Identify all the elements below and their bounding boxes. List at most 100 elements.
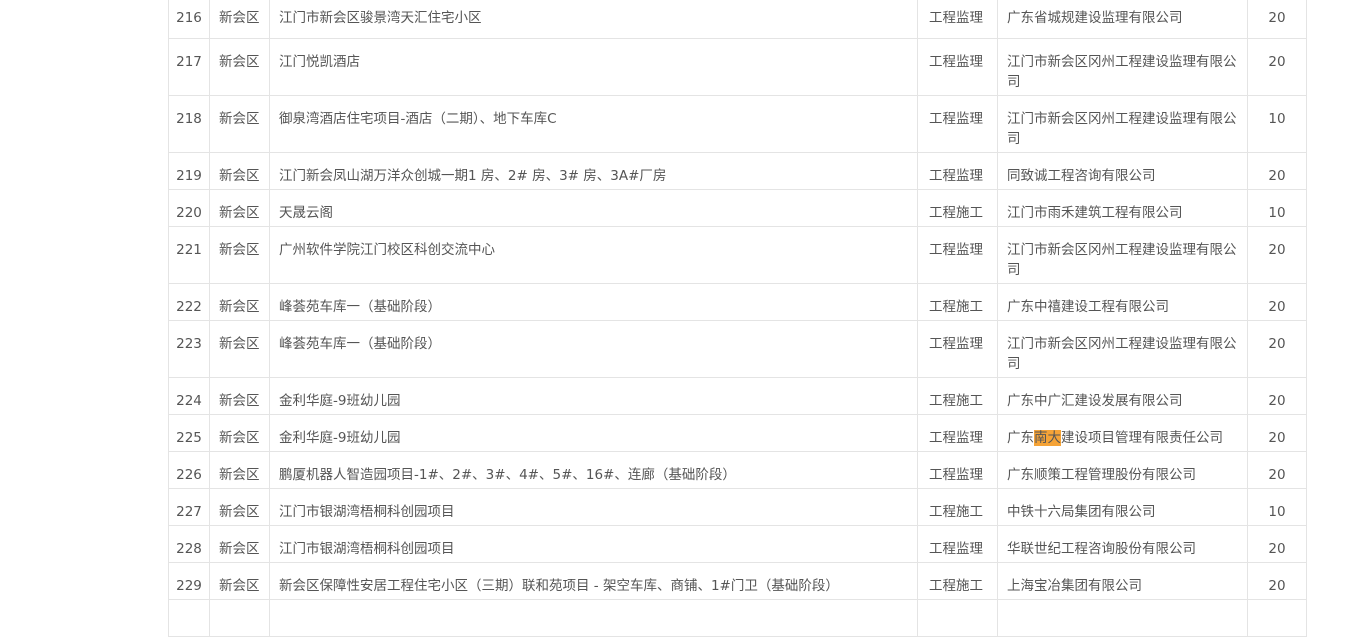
project-name-cell [269,599,918,637]
search-highlight: 南大 [1034,430,1061,446]
table-row: 229 新会区 新会区保障性安居工程住宅小区（三期）联和苑项目 - 架空车库、商… [168,562,1307,600]
row-number [168,599,210,637]
district-cell: 新会区 [209,451,270,489]
project-name-cell: 天晟云阁 [269,189,918,227]
work-type-cell: 工程监理 [917,0,998,39]
work-type-cell: 工程施工 [917,283,998,321]
work-type-cell: 工程监理 [917,451,998,489]
company-cell: 同致诚工程咨询有限公司 [997,152,1248,190]
score-cell: 20 [1247,226,1307,284]
project-name-cell: 鹏厦机器人智造园项目-1#、2#、3#、4#、5#、16#、连廊（基础阶段） [269,451,918,489]
work-type-cell: 工程施工 [917,488,998,526]
row-number: 223 [168,320,210,378]
table-row: 223 新会区 峰荟苑车库一（基础阶段） 工程监理 江门市新会区冈州工程建设监理… [168,320,1307,378]
score-cell: 10 [1247,189,1307,227]
district-cell: 新会区 [209,189,270,227]
project-name-cell: 金利华庭-9班幼儿园 [269,377,918,415]
work-type-cell: 工程监理 [917,226,998,284]
table-row: 220 新会区 天晟云阁 工程施工 江门市雨禾建筑工程有限公司 10 [168,189,1307,227]
project-name-cell: 金利华庭-9班幼儿园 [269,414,918,452]
table-row: 226 新会区 鹏厦机器人智造园项目-1#、2#、3#、4#、5#、16#、连廊… [168,451,1307,489]
score-cell: 20 [1247,451,1307,489]
row-number: 225 [168,414,210,452]
company-cell: 江门市新会区冈州工程建设监理有限公司 [997,38,1248,96]
score-cell: 20 [1247,152,1307,190]
district-cell: 新会区 [209,226,270,284]
table-row-partial [168,599,1307,637]
district-cell [209,599,270,637]
score-cell: 20 [1247,38,1307,96]
work-type-cell: 工程施工 [917,562,998,600]
row-number: 221 [168,226,210,284]
table-row: 216 新会区 江门市新会区骏景湾天汇住宅小区 工程监理 广东省城规建设监理有限… [168,0,1307,39]
district-cell: 新会区 [209,152,270,190]
results-table: 216 新会区 江门市新会区骏景湾天汇住宅小区 工程监理 广东省城规建设监理有限… [168,0,1307,637]
company-cell: 江门市新会区冈州工程建设监理有限公司 [997,320,1248,378]
company-cell: 广东省城规建设监理有限公司 [997,0,1248,39]
company-cell: 广东中禧建设工程有限公司 [997,283,1248,321]
row-number: 218 [168,95,210,153]
project-name-cell: 江门市银湖湾梧桐科创园项目 [269,525,918,563]
work-type-cell: 工程监理 [917,414,998,452]
district-cell: 新会区 [209,562,270,600]
results-table-wrapper: 216 新会区 江门市新会区骏景湾天汇住宅小区 工程监理 广东省城规建设监理有限… [168,0,1307,637]
company-cell: 广东中广汇建设发展有限公司 [997,377,1248,415]
row-number: 229 [168,562,210,600]
table-row: 217 新会区 江门悦凯酒店 工程监理 江门市新会区冈州工程建设监理有限公司 2… [168,38,1307,96]
district-cell: 新会区 [209,0,270,39]
row-number: 224 [168,377,210,415]
row-number: 226 [168,451,210,489]
work-type-cell: 工程监理 [917,38,998,96]
row-number: 227 [168,488,210,526]
company-text-suffix: 建设项目管理有限责任公司 [1061,430,1223,446]
project-name-cell: 峰荟苑车库一（基础阶段） [269,283,918,321]
district-cell: 新会区 [209,525,270,563]
company-text-prefix: 广东 [1007,430,1034,446]
work-type-cell: 工程监理 [917,95,998,153]
score-cell: 20 [1247,320,1307,378]
district-cell: 新会区 [209,377,270,415]
project-name-cell: 御泉湾酒店住宅项目-酒店（二期）、地下车库C [269,95,918,153]
district-cell: 新会区 [209,95,270,153]
score-cell: 10 [1247,488,1307,526]
company-cell: 广东南大建设项目管理有限责任公司 [997,414,1248,452]
row-number: 220 [168,189,210,227]
company-cell: 广东顺策工程管理股份有限公司 [997,451,1248,489]
project-name-cell: 峰荟苑车库一（基础阶段） [269,320,918,378]
table-row: 228 新会区 江门市银湖湾梧桐科创园项目 工程监理 华联世纪工程咨询股份有限公… [168,525,1307,563]
company-cell: 上海宝冶集团有限公司 [997,562,1248,600]
table-row: 225 新会区 金利华庭-9班幼儿园 工程监理 广东南大建设项目管理有限责任公司… [168,414,1307,452]
row-number: 228 [168,525,210,563]
row-number: 216 [168,0,210,39]
work-type-cell: 工程监理 [917,525,998,563]
work-type-cell [917,599,998,637]
project-name-cell: 江门悦凯酒店 [269,38,918,96]
company-cell: 华联世纪工程咨询股份有限公司 [997,525,1248,563]
score-cell: 20 [1247,0,1307,39]
table-row: 221 新会区 广州软件学院江门校区科创交流中心 工程监理 江门市新会区冈州工程… [168,226,1307,284]
company-cell: 江门市雨禾建筑工程有限公司 [997,189,1248,227]
row-number: 217 [168,38,210,96]
company-cell [997,599,1248,637]
row-number: 222 [168,283,210,321]
row-number: 219 [168,152,210,190]
project-name-cell: 江门市银湖湾梧桐科创园项目 [269,488,918,526]
score-cell: 20 [1247,414,1307,452]
work-type-cell: 工程施工 [917,189,998,227]
table-row: 222 新会区 峰荟苑车库一（基础阶段） 工程施工 广东中禧建设工程有限公司 2… [168,283,1307,321]
district-cell: 新会区 [209,38,270,96]
score-cell: 20 [1247,283,1307,321]
company-cell: 江门市新会区冈州工程建设监理有限公司 [997,95,1248,153]
score-cell: 10 [1247,95,1307,153]
project-name-cell: 江门新会凤山湖万洋众创城一期1 房、2# 房、3# 房、3A#厂房 [269,152,918,190]
project-name-cell: 广州软件学院江门校区科创交流中心 [269,226,918,284]
project-name-cell: 新会区保障性安居工程住宅小区（三期）联和苑项目 - 架空车库、商铺、1#门卫（基… [269,562,918,600]
district-cell: 新会区 [209,488,270,526]
work-type-cell: 工程监理 [917,320,998,378]
company-cell: 江门市新会区冈州工程建设监理有限公司 [997,226,1248,284]
work-type-cell: 工程施工 [917,377,998,415]
project-name-cell: 江门市新会区骏景湾天汇住宅小区 [269,0,918,39]
score-cell: 20 [1247,525,1307,563]
table-row: 227 新会区 江门市银湖湾梧桐科创园项目 工程施工 中铁十六局集团有限公司 1… [168,488,1307,526]
score-cell [1247,599,1307,637]
